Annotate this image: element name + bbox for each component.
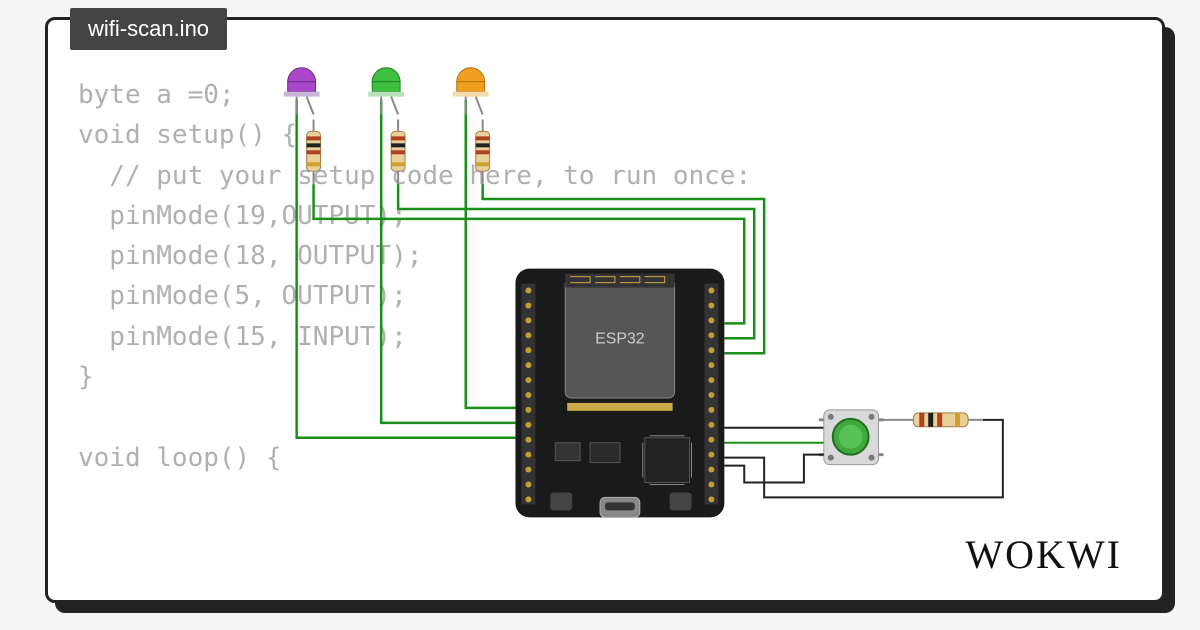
main-frame: byte a =0; void setup() { // put your se…	[45, 17, 1165, 603]
code-line: }	[78, 362, 94, 392]
resistor-icon	[913, 413, 983, 427]
code-line: byte a =0;	[78, 80, 235, 110]
pushbutton-icon	[819, 410, 884, 465]
code-line: pinMode(15, INPUT);	[78, 322, 407, 352]
filename-tab[interactable]: wifi-scan.ino	[70, 8, 227, 50]
code-line: pinMode(19,OUTPUT);	[78, 201, 407, 231]
code-line: pinMode(5, OUTPUT);	[78, 281, 407, 311]
code-line: pinMode(18, OUTPUT);	[78, 241, 422, 271]
code-line: void loop() {	[78, 443, 282, 473]
code-line: // put your setup code here, to run once…	[78, 161, 751, 191]
wokwi-logo: WOKWI	[965, 531, 1122, 578]
code-editor: byte a =0; void setup() { // put your se…	[78, 75, 751, 478]
filename-label: wifi-scan.ino	[88, 16, 209, 41]
code-line: void setup() {	[78, 120, 297, 150]
